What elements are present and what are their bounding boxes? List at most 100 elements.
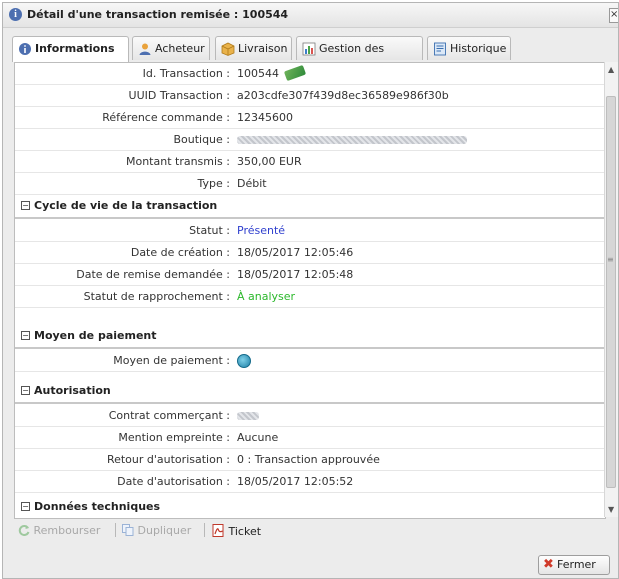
section-title: Cycle de vie de la transaction [34,199,218,212]
field-label: Moyen de paiement : [113,354,230,367]
field-label: Date de remise demandée : [76,268,230,281]
tab-label: Acheteur [155,42,205,55]
field-label: Date de création : [130,246,230,259]
scroll-down-icon[interactable]: ▼ [608,505,614,514]
statut-rapprochement-value: À analyser [237,290,296,303]
date-autorisation-value: 18/05/2017 12:05:52 [237,475,354,488]
field-label: Contrat commerçant : [108,409,230,422]
redacted-value [237,136,467,144]
scroll-up-icon[interactable]: ▲ [608,65,614,74]
vertical-scrollbar[interactable]: ▲ ≡ ▼ [604,62,618,517]
reference-value: 12345600 [237,111,293,124]
row-type: Type : Débit [15,173,605,195]
action-toolbar: Rembourser Dupliquer Ticket [14,520,604,542]
close-icon: ✖ [543,557,554,572]
dialog-title: Détail d'une transaction remisée : 10054… [27,8,289,21]
ticket-label: Ticket [228,525,262,538]
dupliquer-button[interactable]: Dupliquer [122,524,191,537]
toolbar-separator [204,523,205,537]
section-title: Autorisation [34,384,111,397]
contrat-value [237,409,259,423]
credit-card-icon [283,64,307,82]
scrollbar-thumb[interactable] [606,96,616,488]
toolbar-separator [115,523,116,537]
statut-value: Présenté [237,224,286,237]
section-title: Données techniques [34,500,161,513]
close-icon[interactable]: × [609,8,618,23]
row-mention-empreinte: Mention empreinte : Aucune [15,427,605,449]
info-icon [19,43,31,55]
section-autorisation[interactable]: − Autorisation [15,382,605,404]
id-transaction-value: 100544 [237,64,307,82]
field-label: Date d'autorisation : [117,475,230,488]
section-moyen-de-paiement[interactable]: − Moyen de paiement [15,327,605,349]
field-label: Retour d'autorisation : [106,453,230,466]
field-label: UUID Transaction : [128,89,230,102]
informations-panel: Id. Transaction : 100544 UUID Transactio… [14,62,606,519]
field-label: Statut : [189,224,230,237]
history-icon [434,42,446,56]
collapse-icon[interactable]: − [21,386,30,395]
fermer-label: Fermer [557,558,596,571]
tab-informations[interactable]: Informations [12,36,129,62]
section-title: Moyen de paiement [34,329,157,342]
tab-label: Historique [450,42,507,55]
tab-gestion-des-risques[interactable]: Gestion des risques [296,36,423,79]
dialog-titlebar: i Détail d'une transaction remisée : 100… [3,3,618,28]
row-boutique: Boutique : [15,129,605,151]
refund-icon [18,525,30,536]
field-label: Montant transmis : [125,155,230,168]
field-label: Id. Transaction : [142,67,230,80]
field-label: Type : [197,177,230,190]
chart-icon [302,42,316,56]
pdf-icon [212,524,224,537]
mention-empreinte-value: Aucune [237,431,279,444]
row-date-autorisation: Date d'autorisation : 18/05/2017 12:05:5… [15,471,605,493]
user-icon [139,43,151,55]
boutique-value [237,133,467,147]
collapse-icon[interactable]: − [21,201,30,210]
package-icon [221,42,235,56]
montant-value: 350,00 EUR [237,155,302,168]
rembourser-label: Rembourser [33,524,101,537]
section-cycle-de-vie[interactable]: − Cycle de vie de la transaction [15,197,605,219]
row-uuid: UUID Transaction : a203cdfe307f439d8ec36… [15,85,605,107]
tab-historique[interactable]: Historique [427,36,511,60]
collapse-icon[interactable]: − [21,502,30,511]
section-donnees-techniques[interactable]: − Données techniques [15,498,605,518]
globe-icon [237,354,251,368]
field-label: Statut de rapprochement : [83,290,230,303]
tab-label: Informations [35,42,115,55]
row-date-creation: Date de création : 18/05/2017 12:05:46 [15,242,605,264]
redacted-value [237,412,259,420]
row-statut: Statut : Présenté [15,220,605,242]
uuid-value: a203cdfe307f439d8ec36589e986f30b [237,89,449,102]
row-reference: Référence commande : 12345600 [15,107,605,129]
type-value: Débit [237,177,267,190]
row-montant: Montant transmis : 350,00 EUR [15,151,605,173]
tab-label: Livraison [238,42,288,55]
moyen-paiement-value [237,354,251,369]
info-icon: i [9,8,22,21]
dupliquer-label: Dupliquer [137,524,192,537]
field-label: Mention empreinte : [118,431,230,444]
fermer-button[interactable]: ✖ Fermer [538,555,610,575]
row-moyen-paiement: Moyen de paiement : [15,350,605,372]
field-label: Boutique : [173,133,230,146]
row-retour-autorisation: Retour d'autorisation : 0 : Transaction … [15,449,605,471]
retour-autorisation-value: 0 : Transaction approuvée [237,453,380,466]
row-contrat: Contrat commerçant : [15,405,605,427]
date-remise-value: 18/05/2017 12:05:48 [237,268,354,281]
date-creation-value: 18/05/2017 12:05:46 [237,246,354,259]
scroll-grip-icon: ≡ [607,255,614,264]
tab-acheteur[interactable]: Acheteur [132,36,210,60]
ticket-button[interactable]: Ticket [212,524,261,538]
collapse-icon[interactable]: − [21,331,30,340]
duplicate-icon [122,524,134,536]
row-date-remise: Date de remise demandée : 18/05/2017 12:… [15,264,605,286]
rembourser-button[interactable]: Rembourser [18,524,100,537]
field-label: Référence commande : [102,111,230,124]
row-id-transaction: Id. Transaction : 100544 [15,63,605,85]
tab-livraison[interactable]: Livraison [215,36,292,60]
row-statut-rapprochement: Statut de rapprochement : À analyser [15,286,605,308]
